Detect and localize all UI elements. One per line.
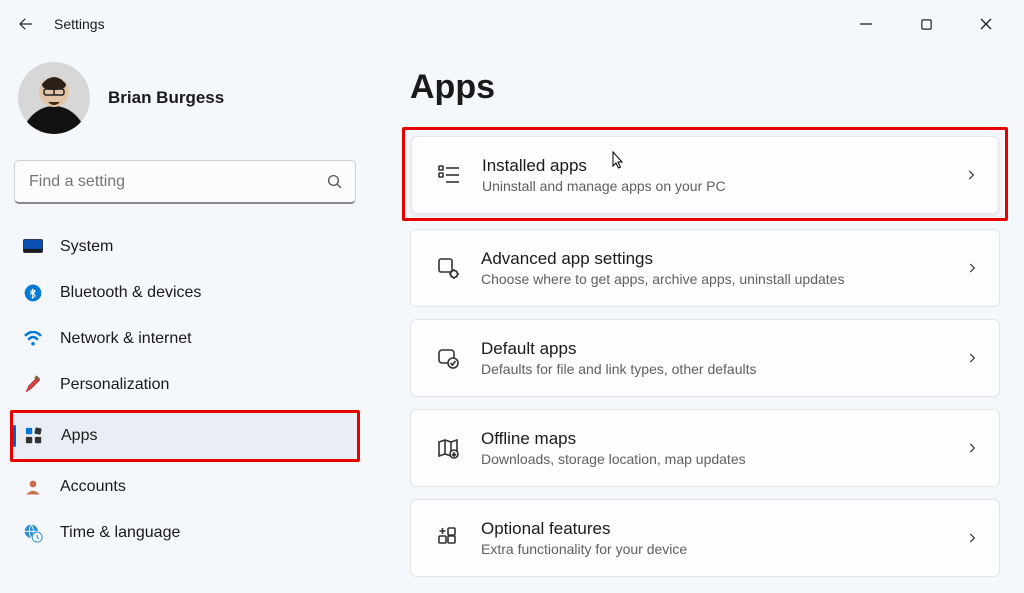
chevron-right-icon	[965, 351, 979, 365]
sidebar-item-apps[interactable]: Apps	[13, 413, 357, 459]
card-title: Advanced app settings	[481, 249, 965, 269]
card-title: Default apps	[481, 339, 965, 359]
close-button[interactable]	[968, 10, 1004, 38]
sidebar-item-label: System	[60, 238, 113, 256]
back-button[interactable]	[8, 6, 44, 42]
bluetooth-icon	[22, 282, 44, 304]
titlebar: Settings	[0, 0, 1024, 48]
sidebar-item-label: Accounts	[60, 478, 126, 496]
profile-name: Brian Burgess	[108, 88, 224, 108]
sidebar-item-bluetooth[interactable]: Bluetooth & devices	[12, 270, 358, 316]
sidebar-item-label: Time & language	[60, 524, 180, 542]
maximize-button[interactable]	[908, 10, 944, 38]
globe-clock-icon	[22, 522, 44, 544]
card-desc: Uninstall and manage apps on your PC	[482, 178, 964, 194]
chevron-right-icon	[965, 261, 979, 275]
card-default-apps[interactable]: Default apps Defaults for file and link …	[410, 319, 1000, 397]
sidebar-item-label: Apps	[61, 427, 97, 445]
card-title: Installed apps	[482, 156, 964, 176]
sidebar-nav: System Bluetooth & devices Network & int…	[12, 224, 358, 556]
main-panel: Apps Installed apps Uninstall and manage…	[370, 48, 1024, 593]
minimize-button[interactable]	[848, 10, 884, 38]
chevron-right-icon	[965, 441, 979, 455]
card-desc: Downloads, storage location, map updates	[481, 451, 965, 467]
avatar	[18, 62, 90, 134]
paintbrush-icon	[22, 374, 44, 396]
window-controls	[848, 10, 1016, 38]
card-desc: Defaults for file and link types, other …	[481, 361, 965, 377]
system-icon	[22, 236, 44, 258]
chevron-right-icon	[964, 168, 978, 182]
card-advanced-app-settings[interactable]: Advanced app settings Choose where to ge…	[410, 229, 1000, 307]
search-input[interactable]	[14, 160, 356, 204]
sidebar-item-label: Network & internet	[60, 330, 192, 348]
sidebar-item-label: Bluetooth & devices	[60, 284, 201, 302]
card-optional-features[interactable]: Optional features Extra functionality fo…	[410, 499, 1000, 577]
card-desc: Extra functionality for your device	[481, 541, 965, 557]
card-desc: Choose where to get apps, archive apps, …	[481, 271, 965, 287]
sidebar-item-time-language[interactable]: Time & language	[12, 510, 358, 556]
search-icon	[326, 173, 344, 191]
chevron-right-icon	[965, 531, 979, 545]
sidebar-item-label: Personalization	[60, 376, 169, 394]
sidebar-item-personalization[interactable]: Personalization	[12, 362, 358, 408]
wifi-icon	[22, 328, 44, 350]
default-apps-icon	[427, 346, 469, 370]
sidebar-item-system[interactable]: System	[12, 224, 358, 270]
card-offline-maps[interactable]: Offline maps Downloads, storage location…	[410, 409, 1000, 487]
profile-block[interactable]: Brian Burgess	[12, 58, 358, 154]
window-title: Settings	[54, 16, 105, 32]
person-icon	[22, 476, 44, 498]
sidebar-item-network[interactable]: Network & internet	[12, 316, 358, 362]
app-gear-icon	[427, 256, 469, 280]
sidebar-item-accounts[interactable]: Accounts	[12, 464, 358, 510]
sidebar: Brian Burgess System Bluetooth & devices	[0, 48, 370, 593]
page-title: Apps	[410, 68, 1000, 107]
list-icon	[428, 163, 470, 187]
map-icon	[427, 436, 469, 460]
search-container	[14, 160, 356, 204]
card-title: Offline maps	[481, 429, 965, 449]
card-title: Optional features	[481, 519, 965, 539]
apps-icon	[23, 425, 45, 447]
card-installed-apps[interactable]: Installed apps Uninstall and manage apps…	[411, 136, 999, 214]
features-plus-icon	[427, 526, 469, 550]
